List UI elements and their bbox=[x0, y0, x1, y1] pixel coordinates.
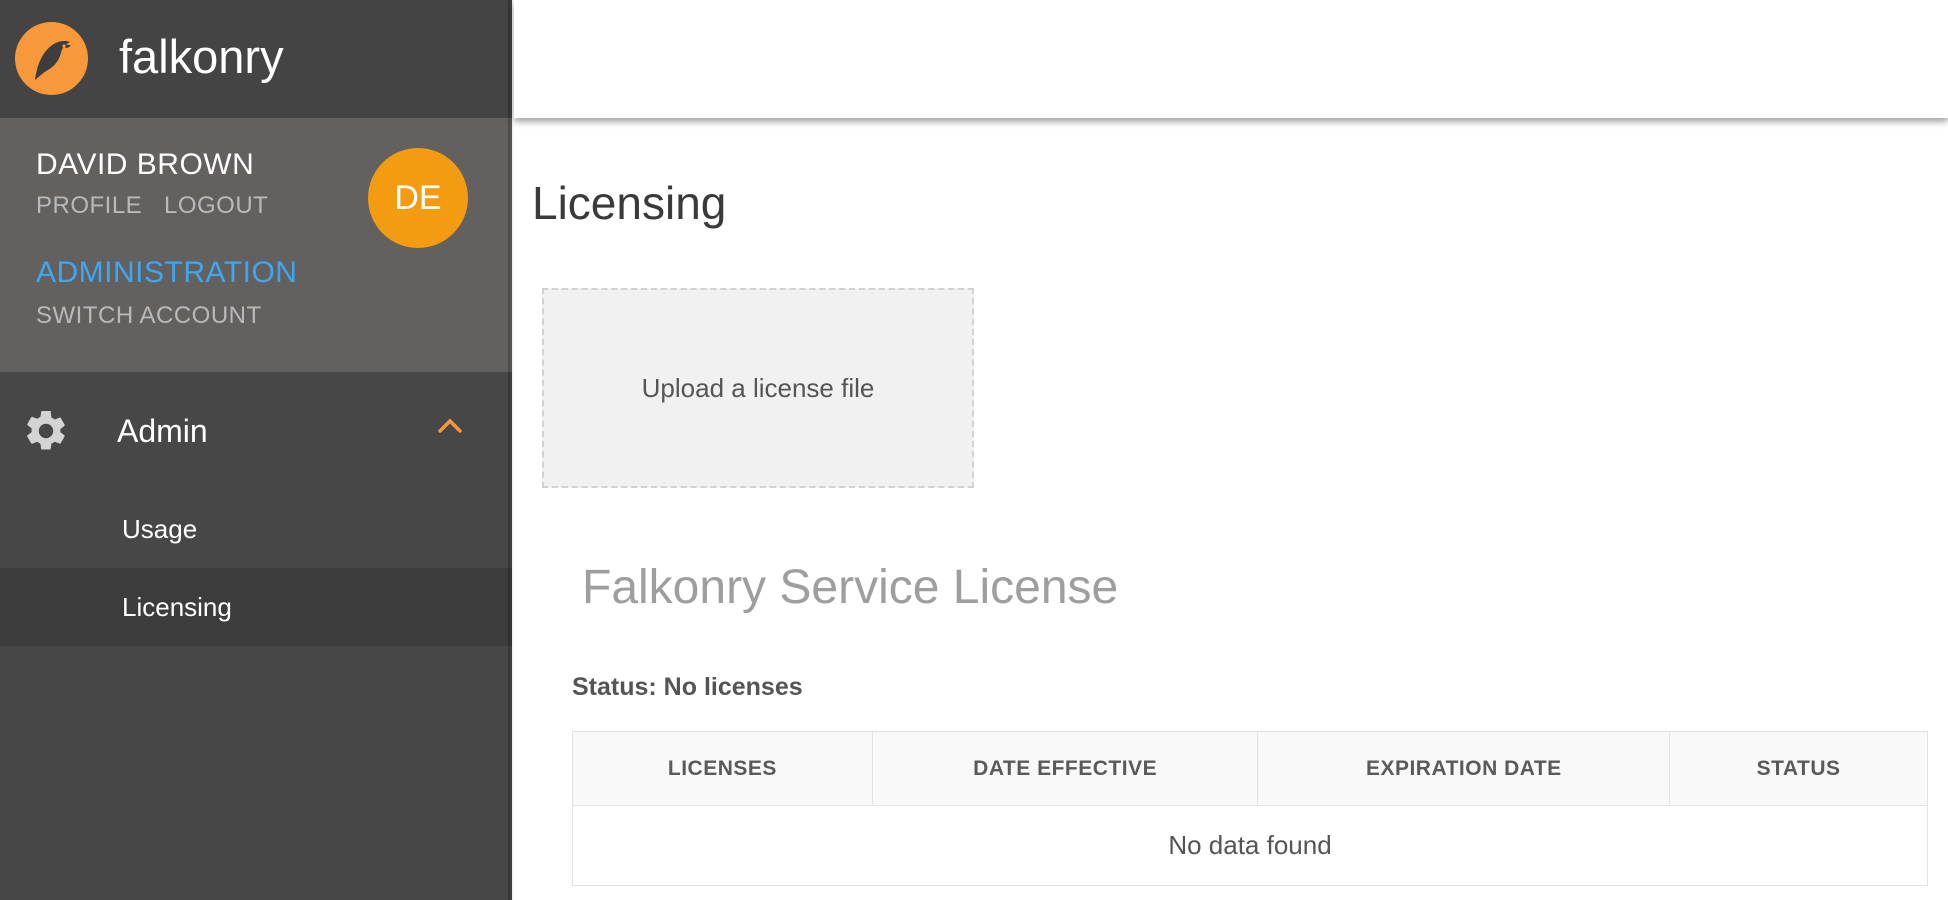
section-title: Falkonry Service License bbox=[582, 561, 1119, 614]
empty-table-message: No data found bbox=[572, 805, 1928, 886]
gear-icon bbox=[27, 410, 65, 450]
table-row: No data found bbox=[572, 805, 1928, 886]
sidebar-section-label: Admin bbox=[117, 413, 208, 449]
upload-label: Upload a license file bbox=[641, 373, 875, 403]
falcon-logo-icon[interactable] bbox=[15, 22, 88, 95]
column-header-expiration-date[interactable]: EXPIRATION DATE bbox=[1257, 731, 1671, 806]
sidebar-item-label: Usage bbox=[122, 514, 198, 544]
page-title: Licensing bbox=[532, 177, 727, 229]
sidebar-divider bbox=[508, 0, 514, 900]
administration-link[interactable]: ADMINISTRATION bbox=[36, 256, 297, 290]
brand-header: falkonry bbox=[0, 0, 512, 118]
sidebar-item-licensing[interactable]: Licensing bbox=[0, 568, 512, 646]
column-header-status[interactable]: STATUS bbox=[1669, 731, 1928, 806]
sidebar-section-admin[interactable]: Admin bbox=[0, 372, 512, 488]
sidebar: falkonry DAVID BROWN PROFILE LOGOUT ADMI… bbox=[0, 0, 514, 900]
license-status: Status: No licenses bbox=[572, 673, 803, 701]
column-header-date-effective[interactable]: DATE EFFECTIVE bbox=[871, 731, 1259, 806]
avatar[interactable]: DE bbox=[368, 148, 468, 248]
user-name: DAVID BROWN bbox=[36, 148, 255, 181]
top-bar bbox=[514, 0, 1948, 118]
user-panel: DAVID BROWN PROFILE LOGOUT ADMINISTRATIO… bbox=[0, 118, 512, 372]
upload-license-dropzone[interactable]: Upload a license file bbox=[542, 288, 974, 488]
sidebar-item-label: Licensing bbox=[122, 592, 232, 622]
switch-account-link[interactable]: SWITCH ACCOUNT bbox=[36, 302, 262, 330]
licenses-table: LICENSES DATE EFFECTIVE EXPIRATION DATE … bbox=[572, 731, 1928, 886]
sidebar-item-usage[interactable]: Usage bbox=[0, 490, 512, 568]
chevron-up-icon[interactable] bbox=[436, 416, 464, 436]
brand-name: falkonry bbox=[119, 30, 284, 83]
profile-link[interactable]: PROFILE bbox=[36, 192, 142, 220]
table-header-row: LICENSES DATE EFFECTIVE EXPIRATION DATE … bbox=[572, 731, 1928, 806]
column-header-licenses[interactable]: LICENSES bbox=[572, 731, 873, 806]
logout-link[interactable]: LOGOUT bbox=[164, 192, 268, 220]
